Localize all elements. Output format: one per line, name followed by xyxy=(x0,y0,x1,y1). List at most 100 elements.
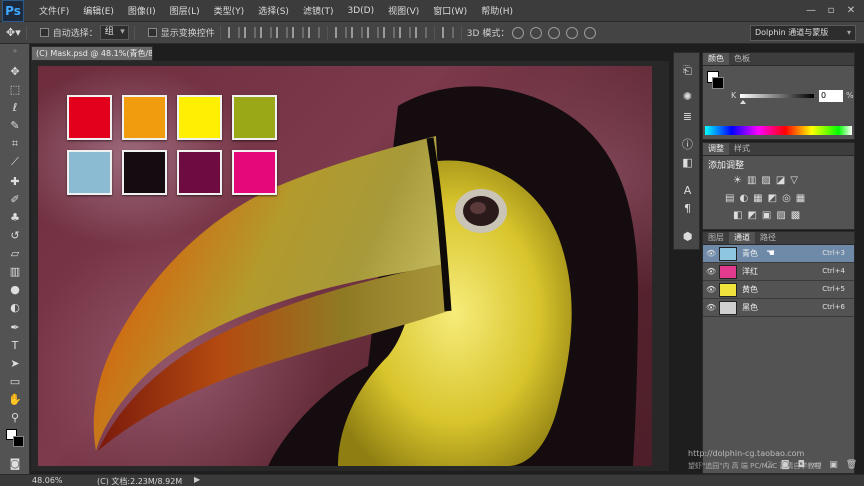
distribute-bottom-icon[interactable] xyxy=(366,27,379,38)
auto-align-icon[interactable] xyxy=(441,27,454,38)
paragraph-panel-icon[interactable]: ¶ xyxy=(680,201,695,216)
menu-3d[interactable]: 3D(D) xyxy=(340,6,381,16)
visibility-eye-icon[interactable]: 👁 xyxy=(706,249,716,259)
tab-styles[interactable]: 样式 xyxy=(729,143,755,155)
align-left-icon[interactable] xyxy=(275,27,288,38)
rotate-3d-icon[interactable] xyxy=(512,26,525,39)
align-bottom-icon[interactable] xyxy=(259,27,272,38)
minimize-icon[interactable]: — xyxy=(802,3,820,18)
menu-view[interactable]: 视图(V) xyxy=(381,4,426,17)
distribute-hcenter-icon[interactable] xyxy=(398,27,411,38)
distribute-top-icon[interactable] xyxy=(334,27,347,38)
distribute-left-icon[interactable] xyxy=(382,27,395,38)
canvas[interactable] xyxy=(38,66,652,466)
channel-row-magenta[interactable]: 👁 洋红 Ctrl+4 xyxy=(703,263,854,281)
marquee-tool-icon[interactable]: ⬚ xyxy=(4,82,26,98)
background-color-swatch[interactable] xyxy=(13,436,24,447)
hand-tool-icon[interactable]: ✋ xyxy=(4,392,26,408)
adjustment-icons-row-2[interactable]: ▤◐▦◩◎▦ xyxy=(725,193,810,204)
menu-type[interactable]: 类型(Y) xyxy=(207,4,252,17)
show-transform-checkbox[interactable] xyxy=(147,28,157,37)
status-menu-arrow-icon[interactable]: ▶ xyxy=(194,475,200,484)
drag-3d-icon[interactable] xyxy=(548,26,561,39)
dodge-tool-icon[interactable]: ◐ xyxy=(4,300,26,316)
pen-tool-icon[interactable]: ✒ xyxy=(4,320,26,336)
visibility-eye-icon[interactable]: 👁 xyxy=(706,285,716,295)
type-tool-icon[interactable]: T xyxy=(4,338,26,354)
k-slider-track[interactable] xyxy=(740,94,814,98)
menu-file[interactable]: 文件(F) xyxy=(32,4,76,17)
menu-layer[interactable]: 图层(L) xyxy=(163,4,207,17)
tab-layers[interactable]: 图层 xyxy=(703,232,729,244)
history-panel-icon[interactable]: ⎗ xyxy=(680,63,695,78)
maximize-icon[interactable]: ▫ xyxy=(822,3,840,18)
visibility-eye-icon[interactable]: 👁 xyxy=(706,267,716,277)
eraser-tool-icon[interactable]: ▱ xyxy=(4,246,26,262)
menu-window[interactable]: 窗口(W) xyxy=(426,4,474,17)
close-icon[interactable]: ✕ xyxy=(842,3,860,18)
color-swatch-olive xyxy=(232,95,277,140)
info-panel-icon[interactable]: ⓘ xyxy=(680,137,695,152)
adjustment-icons-row-3[interactable]: ◧◩▣▨▩ xyxy=(733,210,805,221)
gradient-tool-icon[interactable]: ▥ xyxy=(4,264,26,280)
menu-select[interactable]: 选择(S) xyxy=(251,4,296,17)
tab-channels[interactable]: 通道 xyxy=(729,232,755,244)
healing-brush-tool-icon[interactable]: ✚ xyxy=(4,174,26,190)
blur-tool-icon[interactable]: ● xyxy=(4,282,26,298)
tab-adjustments[interactable]: 调整 xyxy=(703,143,729,155)
clone-stamp-tool-icon[interactable]: ♣ xyxy=(4,210,26,226)
crop-tool-icon[interactable]: ⌗ xyxy=(4,136,26,152)
menu-filter[interactable]: 滤镜(T) xyxy=(296,4,341,17)
quick-select-tool-icon[interactable]: ✎ xyxy=(4,118,26,134)
roll-3d-icon[interactable] xyxy=(530,26,543,39)
menu-image[interactable]: 图像(I) xyxy=(121,4,163,17)
tab-paths[interactable]: 路径 xyxy=(755,232,781,244)
lasso-tool-icon[interactable]: ℓ xyxy=(4,100,26,116)
slide-3d-icon[interactable] xyxy=(566,26,579,39)
3d-panel-icon[interactable]: ⬢ xyxy=(680,229,695,244)
align-hcenter-icon[interactable] xyxy=(291,27,304,38)
visibility-eye-icon[interactable]: 👁 xyxy=(706,303,716,313)
distribute-vcenter-icon[interactable] xyxy=(350,27,363,38)
brush-tool-icon[interactable]: ✐ xyxy=(4,192,26,208)
properties-panel-icon[interactable]: ◧ xyxy=(680,155,695,170)
align-right-icon[interactable] xyxy=(307,27,320,38)
scale-3d-icon[interactable] xyxy=(584,26,597,39)
auto-select-checkbox[interactable] xyxy=(39,28,49,37)
color-swatch-yellow xyxy=(177,95,222,140)
document-tab[interactable]: (C) Mask.psd @ 48.1%(青色/8) * xyxy=(31,46,153,61)
actions-panel-icon[interactable]: ✺ xyxy=(680,89,695,104)
color-spectrum-bar[interactable] xyxy=(705,126,852,135)
k-slider-handle[interactable] xyxy=(740,100,746,104)
adjustment-icons-row-1[interactable]: ☀▥▨◪▽ xyxy=(733,175,803,186)
collapse-icon[interactable]: » xyxy=(4,48,26,55)
channel-row-black[interactable]: 👁 黑色 Ctrl+6 xyxy=(703,299,854,317)
align-top-icon[interactable] xyxy=(227,27,240,38)
eyedropper-tool-icon[interactable]: ⟋ xyxy=(4,154,26,170)
distribute-right-icon[interactable] xyxy=(414,27,427,38)
quick-mask-icon[interactable]: ◙ xyxy=(4,456,26,472)
brush-panel-icon[interactable]: ≣ xyxy=(680,109,695,124)
workspace-dropdown[interactable]: Dolphin 通道与蒙版 xyxy=(750,25,856,41)
channel-row-yellow[interactable]: 👁 黄色 Ctrl+5 xyxy=(703,281,854,299)
shape-tool-icon[interactable]: ▭ xyxy=(4,374,26,390)
move-tool-preset-icon[interactable]: ✥▾ xyxy=(6,26,21,39)
history-brush-tool-icon[interactable]: ↺ xyxy=(4,228,26,244)
background-color-chip[interactable] xyxy=(712,77,724,89)
menu-help[interactable]: 帮助(H) xyxy=(474,4,520,17)
path-selection-tool-icon[interactable]: ➤ xyxy=(4,356,26,372)
zoom-tool-icon[interactable]: ⚲ xyxy=(4,410,26,426)
move-tool-icon[interactable]: ✥ xyxy=(4,64,26,80)
tab-swatches[interactable]: 色板 xyxy=(729,53,755,65)
character-panel-icon[interactable]: A xyxy=(680,183,695,198)
options-bar: ✥▾ 自动选择： 组 显示变换控件 3D 模式： Dolphin 通道与蒙版 xyxy=(0,22,864,44)
channel-row-cyan[interactable]: 👁 青色 Ctrl+3 xyxy=(703,245,854,263)
auto-select-dropdown[interactable]: 组 xyxy=(99,25,129,40)
channel-shortcut: Ctrl+4 xyxy=(822,267,845,275)
tab-color[interactable]: 颜色 xyxy=(703,53,729,65)
k-value-input[interactable]: 0 xyxy=(819,90,843,102)
divider xyxy=(326,25,328,40)
menu-edit[interactable]: 编辑(E) xyxy=(76,4,121,17)
zoom-level[interactable]: 48.06% xyxy=(32,476,63,485)
align-vcenter-icon[interactable] xyxy=(243,27,256,38)
